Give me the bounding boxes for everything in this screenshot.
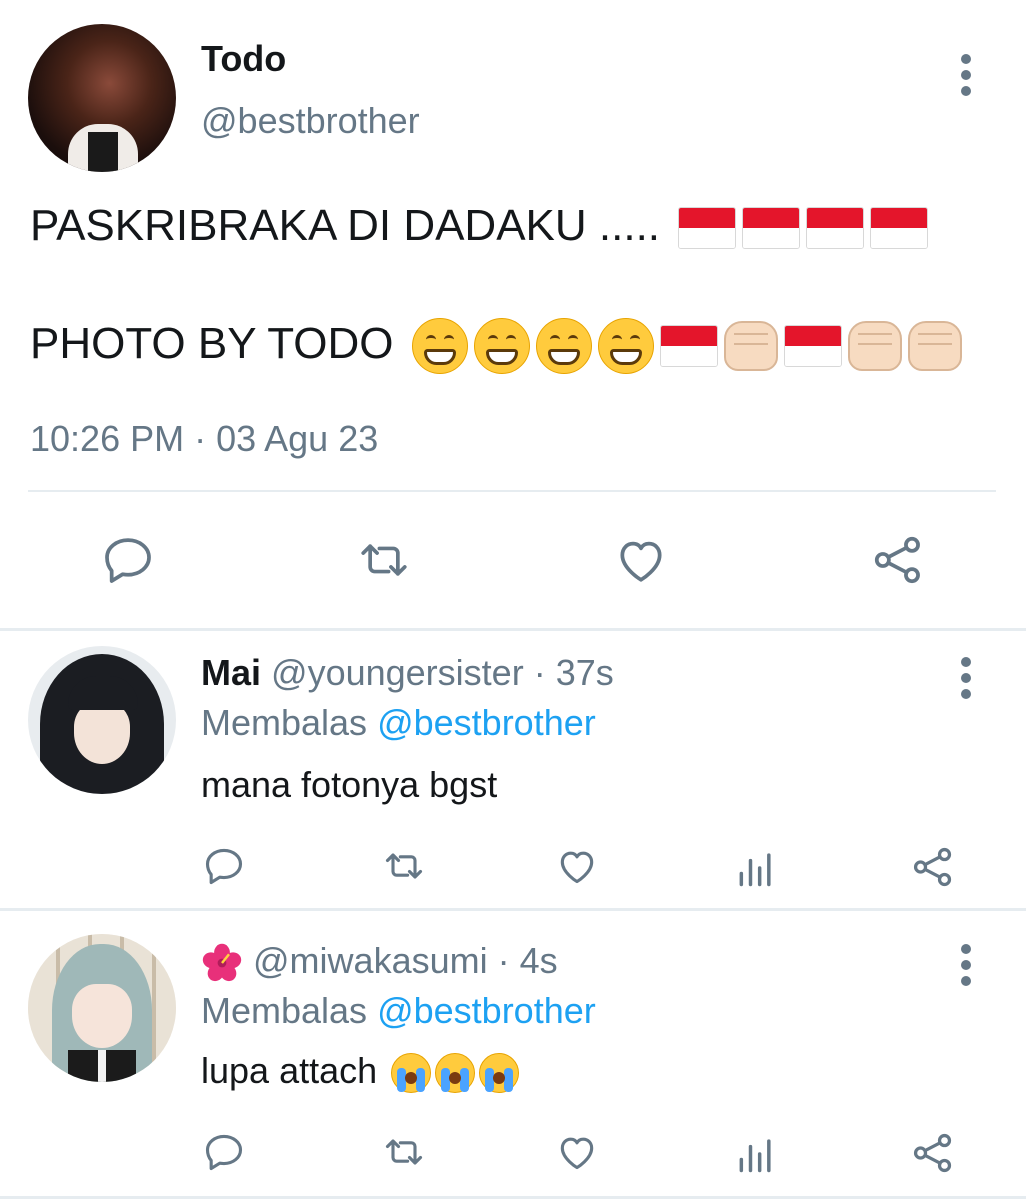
more-options-icon[interactable]: [959, 944, 973, 992]
timestamp: 10:26 PM · 03 Agu 23: [30, 418, 379, 459]
tweet-text-line-2: PHOTO BY TODO: [30, 316, 962, 375]
analytics-icon[interactable]: [734, 846, 778, 890]
avatar-mai[interactable]: [28, 646, 176, 794]
handle[interactable]: @miwakasumi: [253, 940, 488, 981]
retweet-icon[interactable]: [380, 1130, 428, 1174]
reply-text-row: lupa attach: [201, 1050, 520, 1094]
retweet-icon[interactable]: [354, 532, 414, 588]
grinning-face-icon: [473, 318, 530, 375]
indonesia-flag-icon: [678, 207, 737, 250]
loudly-crying-face-icon: [435, 1053, 476, 1094]
replying-to: Membalas @bestbrother: [201, 990, 596, 1032]
reply-icon[interactable]: [202, 844, 246, 888]
fist-icon: [907, 321, 962, 372]
replying-to-label: Membalas: [201, 990, 368, 1031]
replying-to-link[interactable]: @bestbrother: [377, 990, 596, 1031]
reply-header: Mai @youngersister · 37s: [201, 652, 614, 694]
tweet-text-2: PHOTO BY TODO: [30, 319, 394, 368]
reply-icon[interactable]: [202, 1130, 246, 1174]
reply-text: lupa attach: [201, 1050, 378, 1091]
avatar-todo[interactable]: [28, 24, 176, 172]
fist-icon: [723, 321, 778, 372]
replying-to-link[interactable]: @bestbrother: [377, 702, 596, 743]
like-icon[interactable]: [612, 532, 670, 588]
indonesia-flag-icon: [783, 325, 842, 368]
analytics-icon[interactable]: [734, 1132, 778, 1176]
reply-time: · 4s: [497, 940, 558, 981]
grinning-face-icon: [597, 318, 654, 375]
tweet-text-1: PASKRIBRAKA DI DADAKU .....: [30, 201, 661, 250]
more-options-icon[interactable]: [959, 657, 973, 705]
replying-to: Membalas @bestbrother: [201, 702, 596, 744]
like-icon[interactable]: [554, 1130, 600, 1174]
divider: [28, 490, 996, 492]
reply-icon[interactable]: [100, 532, 156, 588]
section-divider: [0, 908, 1026, 911]
share-icon[interactable]: [910, 844, 956, 890]
handle[interactable]: @bestbrother: [201, 100, 420, 142]
loudly-crying-face-icon: [391, 1053, 432, 1094]
indonesia-flag-icon: [742, 207, 801, 250]
share-icon[interactable]: [910, 1130, 956, 1176]
more-options-icon[interactable]: [959, 54, 973, 102]
avatar-miwa[interactable]: [28, 934, 176, 1082]
handle[interactable]: @youngersister: [271, 652, 524, 693]
display-name[interactable]: Todo: [201, 38, 286, 80]
retweet-icon[interactable]: [380, 844, 428, 888]
reply-time: · 37s: [533, 652, 614, 693]
replying-to-label: Membalas: [201, 702, 368, 743]
section-divider: [0, 628, 1026, 631]
section-divider: [0, 1196, 1026, 1199]
share-icon[interactable]: [870, 532, 926, 588]
indonesia-flag-icon: [806, 207, 865, 250]
like-icon[interactable]: [554, 844, 600, 888]
hibiscus-icon: [201, 942, 243, 984]
grinning-face-icon: [411, 318, 468, 375]
reply-header: @miwakasumi · 4s: [201, 940, 558, 984]
indonesia-flag-icon: [659, 325, 718, 368]
loudly-crying-face-icon: [479, 1053, 520, 1094]
indonesia-flag-icon: [870, 207, 929, 250]
reply-text: mana fotonya bgst: [201, 764, 498, 805]
grinning-face-icon: [535, 318, 592, 375]
tweet-text-line-1: PASKRIBRAKA DI DADAKU .....: [30, 198, 929, 254]
fist-icon: [847, 321, 902, 372]
display-name[interactable]: Mai: [201, 652, 261, 693]
